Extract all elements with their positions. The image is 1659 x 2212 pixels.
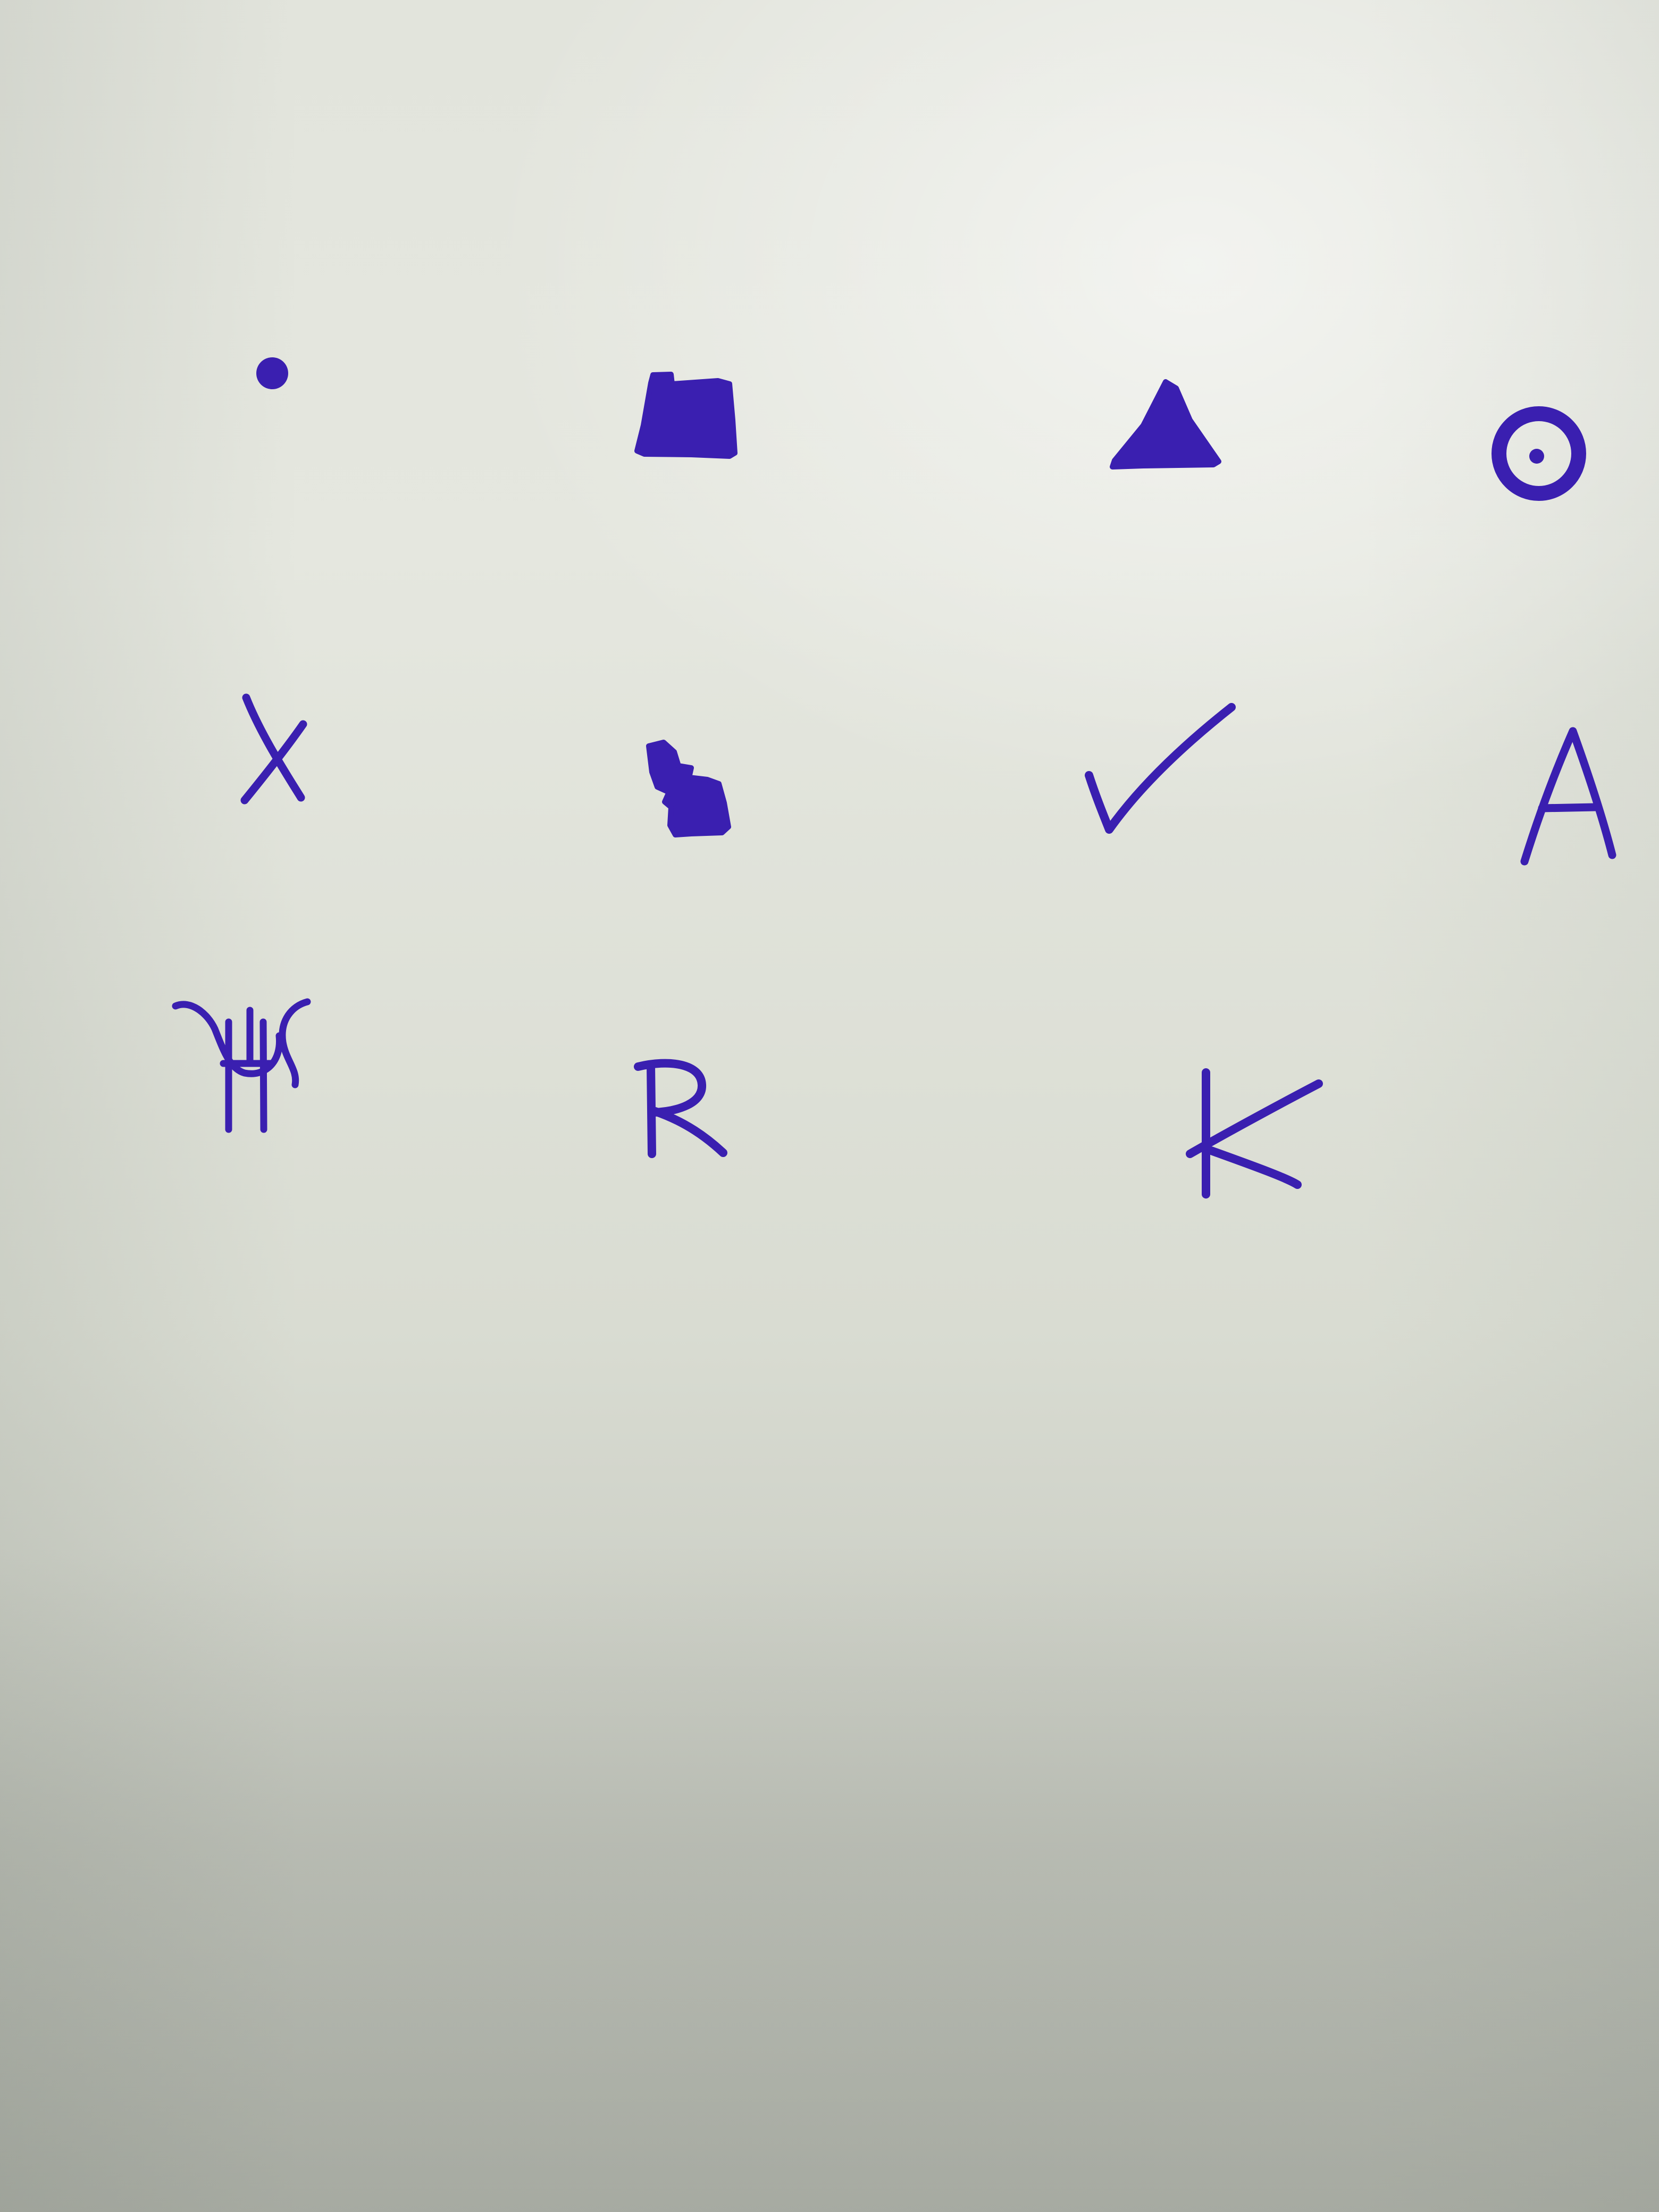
psi-glyph-icon [172, 998, 311, 1133]
dot-icon [256, 357, 288, 389]
filled-triangle-icon [1110, 379, 1221, 470]
letter-a-icon [1520, 727, 1616, 866]
letter-r-icon [634, 1059, 727, 1158]
checkmark-icon [1085, 703, 1236, 834]
filled-square-icon [634, 372, 738, 459]
x-icon [240, 693, 307, 805]
circled-dot-icon [1492, 406, 1586, 501]
letter-k-icon [1186, 1068, 1323, 1199]
zigzag-blocks-icon [646, 740, 731, 837]
handwritten-symbols [172, 357, 1616, 1199]
